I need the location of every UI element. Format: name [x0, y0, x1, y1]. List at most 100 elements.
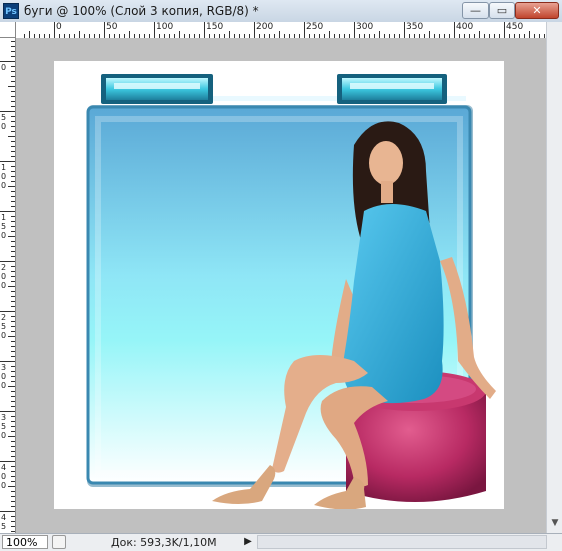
- ruler-tick: [11, 421, 15, 422]
- ruler-tick: [11, 41, 15, 42]
- horizontal-ruler[interactable]: 0 50 100 150 200 250 300 350 400 450: [16, 22, 546, 39]
- vertical-ruler[interactable]: 05 01 0 01 5 02 0 02 5 03 0 03 5 04 0 04…: [0, 38, 16, 533]
- ruler-tick: [11, 256, 15, 257]
- ruler-tick: [11, 51, 15, 52]
- ruler-tick: [0, 211, 15, 212]
- horizontal-scrollbar[interactable]: [257, 535, 547, 549]
- ruler-tick: [11, 166, 15, 167]
- ruler-top-label: 400: [456, 22, 474, 32]
- ruler-tick: [11, 396, 15, 397]
- ruler-tick: [11, 501, 15, 502]
- ruler-top-label: 50: [106, 22, 118, 32]
- zoom-field[interactable]: 100%: [2, 535, 48, 549]
- ruler-tick: [179, 31, 180, 38]
- ruler-top-label: 450: [506, 22, 524, 32]
- ruler-tick: [11, 131, 15, 132]
- ruler-tick: [8, 386, 15, 387]
- ruler-tick: [11, 381, 15, 382]
- ruler-tick: [254, 22, 255, 38]
- ruler-tick: [11, 496, 15, 497]
- ruler-tick: [11, 141, 15, 142]
- photoshop-icon: Ps: [3, 3, 19, 19]
- ruler-tick: [0, 361, 15, 362]
- ruler-tick: [11, 156, 15, 157]
- ruler-tick: [379, 31, 380, 38]
- ruler-tick: [11, 291, 15, 292]
- ruler-tick: [11, 116, 15, 117]
- ruler-tick: [11, 491, 15, 492]
- ruler-tick: [11, 241, 15, 242]
- ruler-tick: [11, 401, 15, 402]
- frame-tab-right: [337, 74, 447, 104]
- ruler-tick: [0, 461, 15, 462]
- ruler-tick: [0, 261, 15, 262]
- ruler-tick: [11, 416, 15, 417]
- face: [369, 141, 403, 185]
- ruler-top-label: 100: [156, 22, 174, 32]
- ruler-tick: [11, 206, 15, 207]
- ruler-tick: [11, 431, 15, 432]
- ruler-tick: [11, 221, 15, 222]
- frame-top-rail: [206, 96, 341, 101]
- ruler-tick: [0, 411, 15, 412]
- ruler-top-label: 300: [356, 22, 374, 32]
- ruler-tick: [11, 406, 15, 407]
- ruler-tick: [0, 111, 15, 112]
- ruler-tick: [11, 246, 15, 247]
- ruler-tick: [11, 426, 15, 427]
- ruler-tick: [11, 466, 15, 467]
- ruler-left-label: 5 0: [1, 113, 7, 131]
- ruler-tick: [29, 31, 30, 38]
- zoom-options-icon[interactable]: [52, 535, 66, 549]
- ruler-tick: [11, 456, 15, 457]
- ruler-tick: [11, 201, 15, 202]
- ruler-corner[interactable]: [0, 22, 16, 38]
- ruler-tick: [429, 31, 430, 38]
- ruler-tick: [79, 31, 80, 38]
- ruler-tick: [11, 526, 15, 527]
- document-canvas[interactable]: [54, 61, 504, 509]
- canvas-workspace[interactable]: [16, 38, 546, 533]
- ruler-tick: [11, 91, 15, 92]
- status-menu-arrow-icon[interactable]: ▶: [241, 535, 255, 549]
- ruler-tick: [11, 376, 15, 377]
- ruler-tick: [11, 251, 15, 252]
- ruler-tick: [11, 176, 15, 177]
- ruler-tick: [129, 31, 130, 38]
- ruler-tick: [11, 66, 15, 67]
- ruler-tick: [11, 171, 15, 172]
- minimize-button[interactable]: —: [462, 2, 489, 19]
- ruler-tick: [11, 326, 15, 327]
- ruler-left-label: 4 5: [1, 513, 7, 531]
- ruler-tick: [11, 341, 15, 342]
- ruler-tick: [11, 471, 15, 472]
- ruler-tick: [11, 191, 15, 192]
- ruler-tick: [11, 521, 15, 522]
- ruler-top-label: 200: [256, 22, 274, 32]
- close-button[interactable]: ✕: [515, 2, 559, 19]
- ruler-tick: [8, 436, 15, 437]
- ruler-tick: [0, 511, 15, 512]
- ruler-tick: [354, 22, 355, 38]
- ruler-tick: [11, 71, 15, 72]
- ruler-tick: [8, 486, 15, 487]
- ruler-tick: [11, 481, 15, 482]
- ruler-tick: [11, 391, 15, 392]
- ruler-tick: [0, 161, 15, 162]
- document-title: буги @ 100% (Слой 3 копия, RGB/8) *: [24, 4, 259, 18]
- vertical-scrollbar[interactable]: ▼: [546, 22, 562, 533]
- ruler-tick: [279, 31, 280, 38]
- scroll-down-arrow[interactable]: ▼: [547, 518, 562, 528]
- ruler-tick: [11, 226, 15, 227]
- maximize-button[interactable]: ▭: [489, 2, 515, 19]
- ruler-tick: [11, 81, 15, 82]
- ruler-tick: [8, 186, 15, 187]
- ruler-tick: [11, 296, 15, 297]
- ruler-tick: [8, 86, 15, 87]
- ruler-tick: [204, 22, 205, 38]
- ruler-tick: [479, 31, 480, 38]
- ruler-tick: [504, 22, 505, 38]
- ruler-tick: [11, 316, 15, 317]
- ruler-tick: [11, 46, 15, 47]
- ruler-tick: [11, 101, 15, 102]
